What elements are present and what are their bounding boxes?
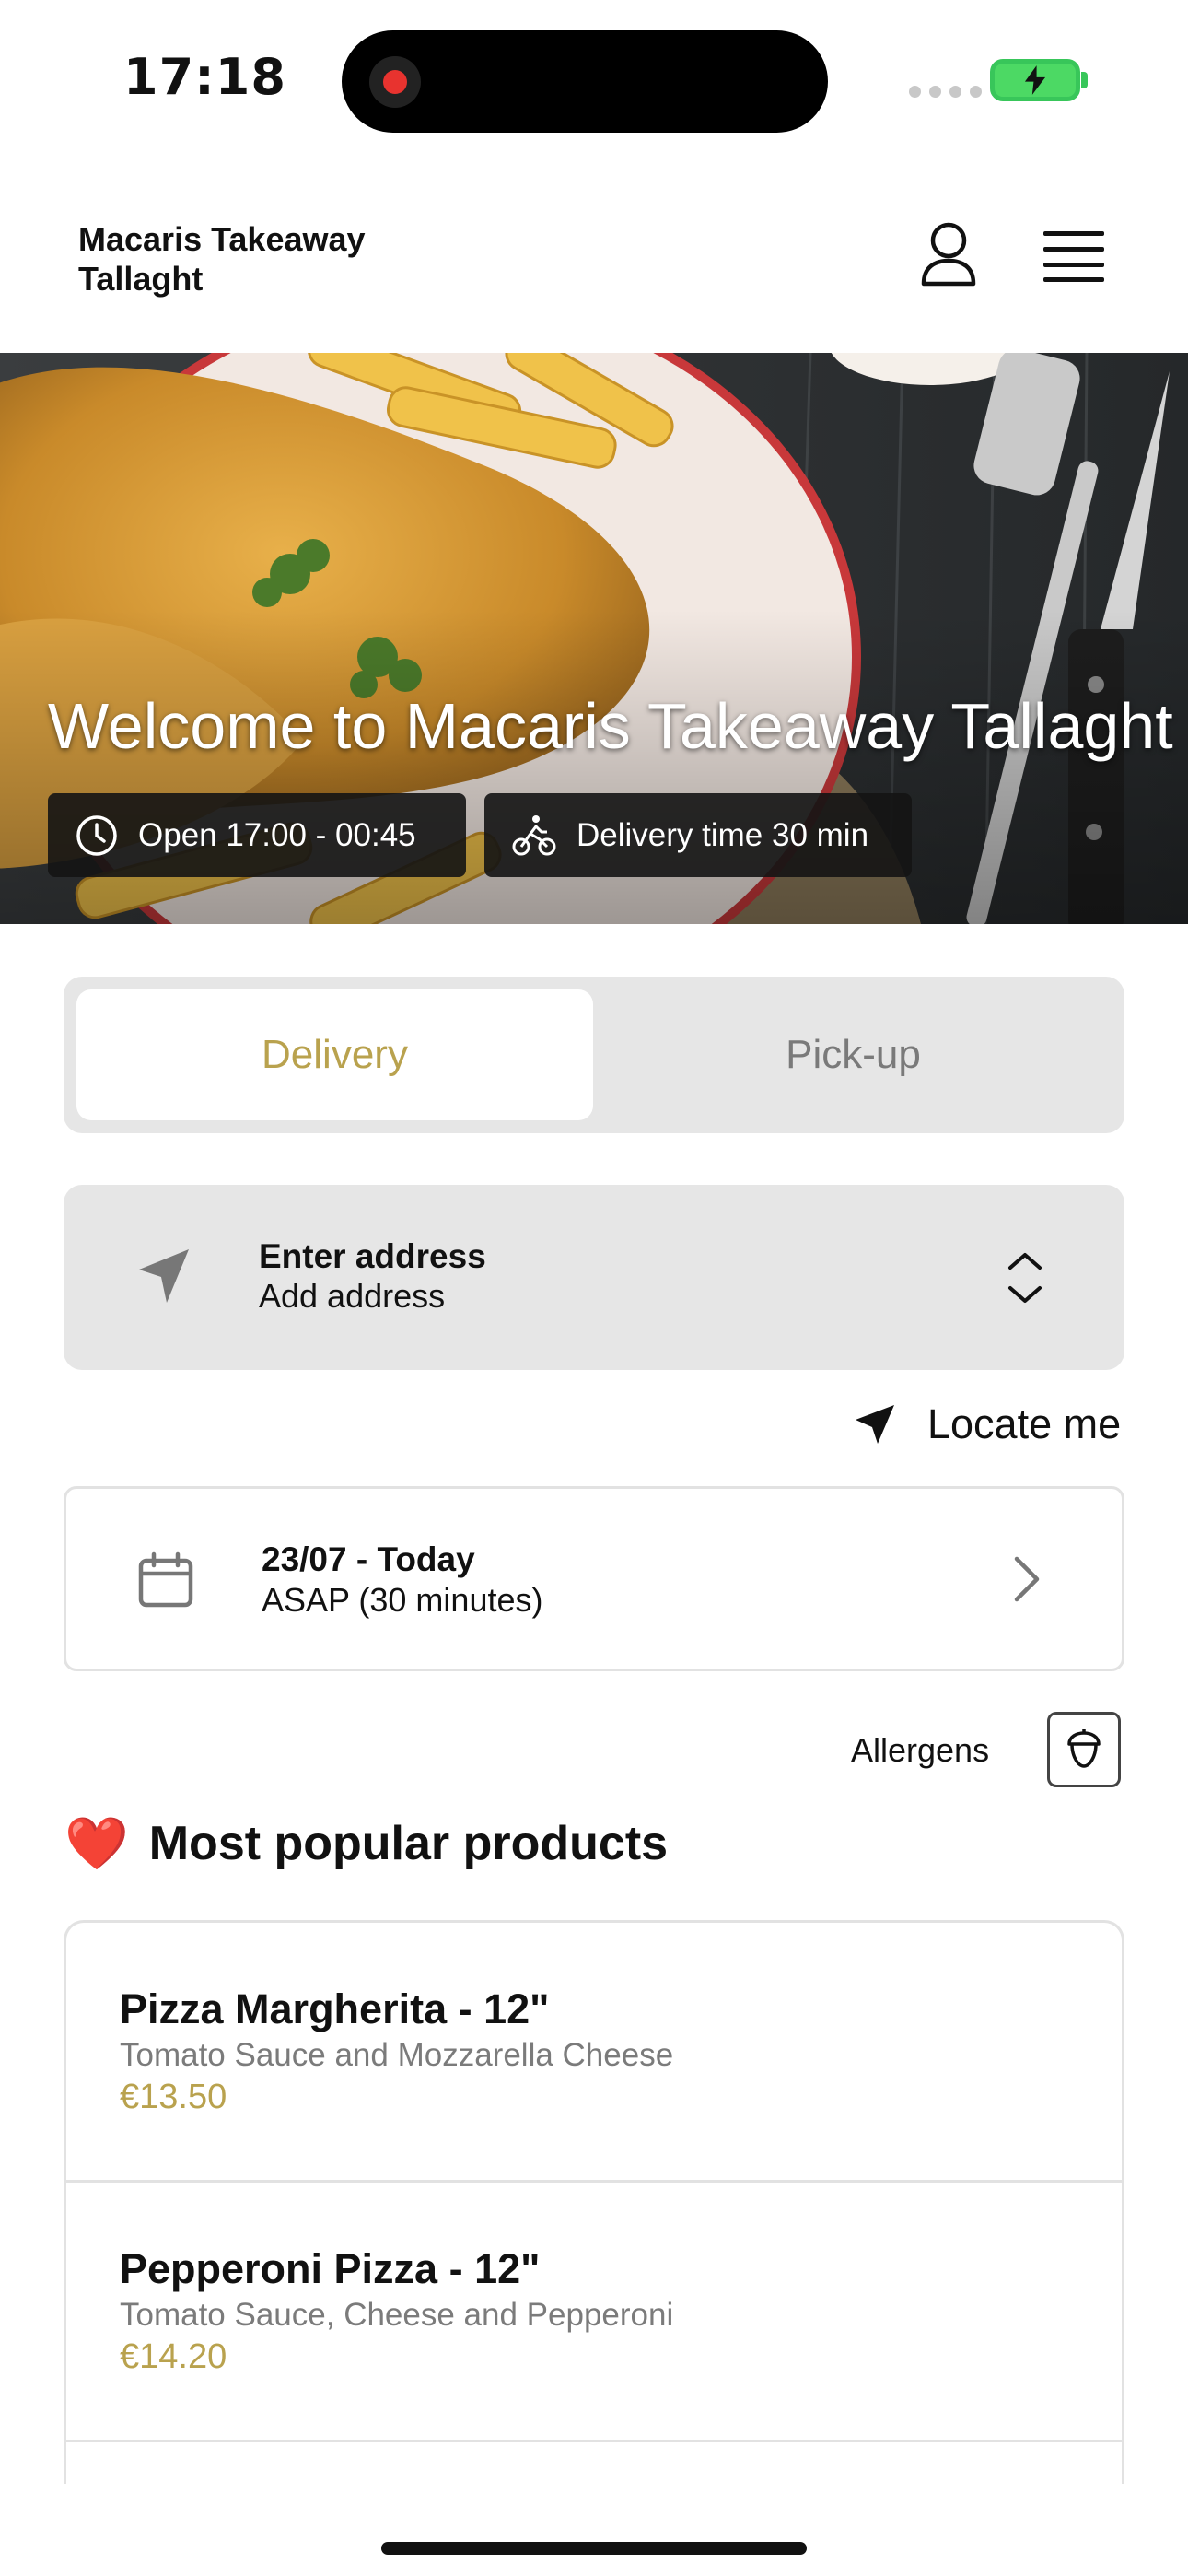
tab-delivery[interactable]: Delivery — [76, 989, 593, 1120]
delivery-time: ASAP (30 minutes) — [262, 1581, 543, 1619]
hamburger-menu-icon — [1043, 231, 1104, 282]
calendar-icon — [138, 1551, 193, 1608]
product-name: Pepperoni Pizza - 12" — [120, 2245, 541, 2292]
dynamic-island — [342, 30, 828, 133]
tab-pickup[interactable]: Pick-up — [595, 989, 1112, 1120]
user-icon — [921, 222, 976, 287]
product-item[interactable]: Pizza Margherita - 12" Tomato Sauce and … — [66, 1923, 1122, 2183]
navigation-arrow-icon — [856, 1405, 894, 1444]
battery-tip — [1081, 72, 1088, 88]
address-placeholder: Add address — [259, 1277, 446, 1315]
opening-hours-text: Open 17:00 - 00:45 — [138, 816, 416, 853]
popular-products-title: Most popular products — [148, 1817, 669, 1870]
menu-button[interactable] — [1037, 221, 1111, 291]
screen-recording-icon — [369, 56, 421, 108]
product-price: €13.50 — [120, 2078, 227, 2116]
product-item[interactable]: Pepperoni Pizza - 12" Tomato Sauce, Chee… — [66, 2183, 1122, 2442]
account-button[interactable] — [912, 217, 985, 291]
clock-icon — [76, 814, 117, 856]
battery-charging-icon — [990, 59, 1080, 101]
delivery-bike-icon — [512, 814, 556, 855]
chevron-up-down-icon — [1008, 1253, 1042, 1303]
allergens-label: Allergens — [851, 1731, 990, 1769]
address-title: Enter address — [259, 1237, 486, 1275]
cellular-signal-icon — [909, 86, 982, 98]
product-name: Pizza Margherita - 12" — [120, 1985, 550, 2032]
heart-icon: ❤️ — [64, 1814, 129, 1874]
product-description: Tomato Sauce and Mozzarella Cheese — [120, 2037, 674, 2073]
product-description: Tomato Sauce, Cheese and Pepperoni — [120, 2297, 674, 2333]
locate-me-button[interactable]: Locate me — [852, 1400, 1121, 1448]
delivery-time-badge: Delivery time 30 min — [484, 793, 912, 877]
restaurant-name[interactable]: Macaris Takeaway Tallaght — [78, 219, 391, 299]
popular-products-heading: ❤️ Most popular products — [64, 1813, 668, 1874]
order-mode-toggle: Delivery Pick-up — [64, 977, 1124, 1133]
hero-title: Welcome to Macaris Takeaway Tallaght — [48, 690, 1173, 762]
product-price: €14.20 — [120, 2337, 227, 2376]
address-selector[interactable]: Enter address Add address — [64, 1185, 1124, 1370]
home-indicator — [381, 2542, 807, 2555]
delivery-date: 23/07 - Today — [262, 1540, 475, 1578]
status-time: 17:18 — [123, 48, 286, 106]
location-arrow-icon — [139, 1249, 189, 1303]
locate-me-label: Locate me — [927, 1400, 1122, 1447]
allergens-button[interactable] — [1047, 1712, 1121, 1787]
delivery-time-selector[interactable]: 23/07 - Today ASAP (30 minutes) — [64, 1486, 1124, 1671]
product-list: Pizza Margherita - 12" Tomato Sauce and … — [64, 1920, 1124, 2484]
chevron-right-icon — [1014, 1556, 1040, 1602]
delivery-time-text: Delivery time 30 min — [577, 816, 869, 853]
opening-hours-badge: Open 17:00 - 00:45 — [48, 793, 466, 877]
acorn-icon — [1067, 1729, 1101, 1768]
